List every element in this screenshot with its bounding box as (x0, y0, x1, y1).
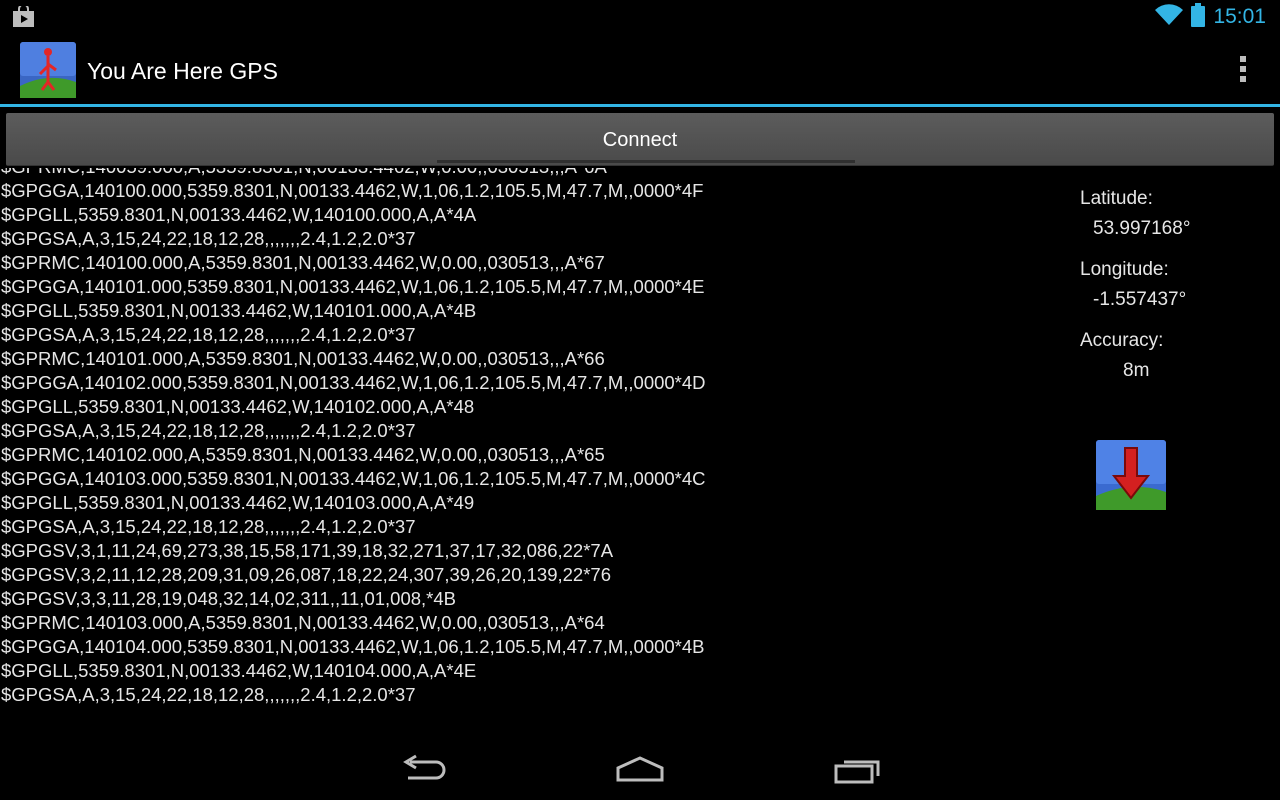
nmea-log-line: $GPGGA,140104.000,5359.8301,N,00133.4462… (1, 636, 705, 657)
nmea-log-line: $GPRMC,140101.000,A,5359.8301,N,00133.44… (1, 348, 605, 369)
nmea-log-line: $GPRMC,140103.000,A,5359.8301,N,00133.44… (1, 612, 605, 633)
overflow-menu-icon[interactable] (1240, 56, 1248, 86)
accuracy-value: 8m (1123, 360, 1150, 381)
connect-button-label: Connect (602, 129, 678, 151)
nmea-log-line: $GPGSV,3,1,11,24,69,273,38,15,58,171,39,… (1, 540, 614, 561)
connect-button[interactable]: Connect (6, 113, 1274, 166)
nmea-log-line: $GPGLL,5359.8301,N,00133.4462,W,140102.0… (1, 396, 475, 417)
nmea-log-line: $GPGSA,A,3,15,24,22,18,12,28,,,,,,,2.4,1… (1, 324, 416, 345)
app-title: You Are Here GPS (87, 58, 278, 84)
nmea-log-line: $GPGGA,140103.000,5359.8301,N,00133.4462… (1, 468, 706, 489)
latitude-value: 53.997168° (1093, 218, 1191, 239)
back-icon[interactable] (396, 752, 452, 788)
nmea-log-line: $GPGGA,140101.000,5359.8301,N,00133.4462… (1, 276, 705, 297)
status-icons: 15:01 (1155, 2, 1266, 32)
clock: 15:01 (1213, 5, 1266, 28)
nmea-log-line: $GPGLL,5359.8301,N,00133.4462,W,140100.0… (1, 204, 477, 225)
nmea-log-line: $GPGGA,140102.000,5359.8301,N,00133.4462… (1, 372, 706, 393)
status-bar: 15:01 (0, 0, 1280, 34)
nmea-log-line: $GPRMC,140100.000,A,5359.8301,N,00133.44… (1, 252, 605, 273)
nmea-log-line: $GPGSA,A,3,15,24,22,18,12,28,,,,,,,2.4,1… (1, 228, 416, 249)
location-panel: Latitude: 53.997168° Longitude: -1.55743… (1080, 188, 1260, 384)
nmea-log-line: $GPRMC,140102.000,A,5359.8301,N,00133.44… (1, 444, 605, 465)
download-arrow-icon[interactable] (1096, 440, 1166, 510)
nmea-log-line: $GPGSV,3,3,11,28,19,048,32,14,02,311,,11… (1, 588, 456, 609)
nmea-log-line: $GPRMC,140059.000,A,5359.8301,N,00133.44… (1, 168, 706, 179)
action-bar: You Are Here GPS (0, 34, 1280, 104)
nmea-log-line: $GPGLL,5359.8301,N,00133.4462,W,140103.0… (1, 492, 475, 513)
nmea-log-line: $GPGLL,5359.8301,N,00133.4462,W,140101.0… (1, 300, 477, 321)
nmea-log-line: $GPGLL,5359.8301,N,00133.4462,W,140104.0… (1, 660, 477, 681)
nmea-log-line: $GPGGA,140100.000,5359.8301,N,00133.4462… (1, 180, 704, 201)
app-logo-icon[interactable] (20, 42, 76, 98)
home-icon[interactable] (612, 752, 668, 788)
nmea-log-lines: $GPRMC,140059.000,A,5359.8301,N,00133.44… (1, 168, 706, 707)
shopping-bag-icon (12, 3, 36, 33)
nmea-log-line: $GPGSA,A,3,15,24,22,18,12,28,,,,,,,2.4,1… (1, 516, 416, 537)
nmea-log-line: $GPGSA,A,3,15,24,22,18,12,28,,,,,,,2.4,1… (1, 420, 416, 441)
longitude-label: Longitude: (1080, 259, 1169, 280)
nmea-log-line: $GPGSA,A,3,15,24,22,18,12,28,,,,,,,2.4,1… (1, 684, 416, 705)
nmea-log[interactable]: $GPRMC,140059.000,A,5359.8301,N,00133.44… (0, 168, 1050, 713)
recent-apps-icon[interactable] (830, 752, 886, 788)
nmea-log-line: $GPGSV,3,2,11,12,28,209,31,09,26,087,18,… (1, 564, 612, 585)
action-bar-divider (0, 104, 1280, 107)
wifi-icon (1155, 3, 1184, 31)
button-pressed-indicator (437, 160, 855, 163)
latitude-label: Latitude: (1080, 188, 1153, 209)
accuracy-label: Accuracy: (1080, 330, 1164, 351)
navigation-bar (0, 740, 1280, 800)
battery-icon (1191, 2, 1206, 32)
longitude-value: -1.557437° (1093, 289, 1187, 310)
